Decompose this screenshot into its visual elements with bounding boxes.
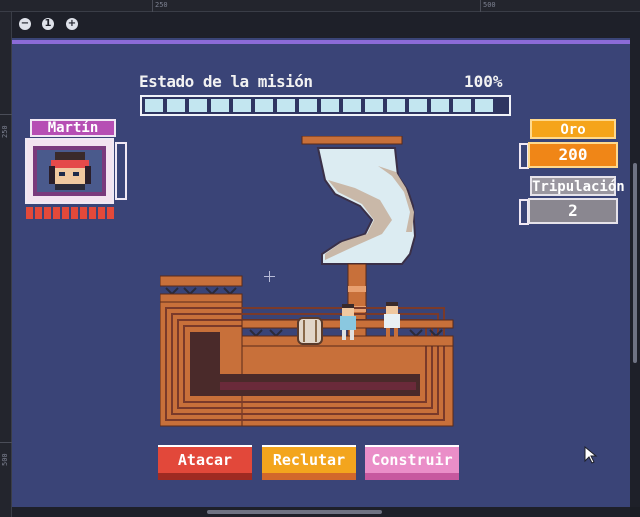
ruler-label: 500 (1, 453, 9, 466)
mission-progress-bar (140, 95, 511, 116)
player-portrait (25, 138, 114, 204)
progress-segment (343, 99, 361, 112)
player-name-tag: Martín (30, 119, 116, 137)
build-button[interactable]: Construir (365, 445, 459, 480)
progress-segment (299, 99, 317, 112)
progress-segment (277, 99, 295, 112)
ruler-label: 500 (483, 1, 496, 9)
recruit-button-label: Reclutar (272, 451, 346, 469)
button-shadow (158, 473, 252, 480)
attack-button[interactable]: Atacar (158, 445, 252, 480)
vertical-scrollbar[interactable] (630, 38, 640, 507)
health-segment (53, 207, 60, 219)
progress-segment (387, 99, 405, 112)
ruler-tick (152, 0, 153, 12)
progress-segment (431, 99, 449, 112)
pirate-avatar (33, 146, 106, 196)
recruit-button[interactable]: Reclutar (262, 445, 356, 480)
ruler-tick (0, 442, 12, 443)
health-segment (71, 207, 78, 219)
health-segment (80, 207, 87, 219)
ruler-tick (480, 0, 481, 12)
progress-segment (475, 99, 493, 112)
game-viewport[interactable]: Estado de la misión 100% Martín Oro 200 … (12, 38, 630, 507)
mission-percent: 100% (464, 72, 503, 91)
scroll-thumb[interactable] (207, 510, 382, 514)
ruler-label: 250 (155, 1, 168, 9)
portrait-frame (33, 146, 106, 196)
health-segment (62, 207, 69, 219)
mission-status-label: Estado de la misión (139, 72, 313, 91)
horizontal-scrollbar[interactable] (12, 507, 630, 517)
attack-button-label: Atacar (177, 451, 233, 469)
progress-segment (409, 99, 427, 112)
build-button-label: Construir (371, 451, 453, 469)
health-segment (89, 207, 96, 219)
progress-segment (255, 99, 273, 112)
gold-label: Oro (530, 119, 616, 139)
portrait-side-frame (115, 142, 127, 200)
zoom-in-icon[interactable]: + (66, 18, 78, 30)
editor-toolbar: − 1 + (12, 12, 640, 38)
crew-value: 2 (528, 198, 618, 224)
health-segment (44, 207, 51, 219)
health-segment (98, 207, 105, 219)
player-health-bar (26, 207, 114, 219)
progress-segments (145, 99, 493, 112)
ruler-top: 250 500 (0, 0, 640, 12)
crosshair-icon (264, 271, 275, 282)
health-segment (26, 207, 33, 219)
button-shadow (365, 473, 459, 480)
health-segment (107, 207, 114, 219)
progress-segment (365, 99, 383, 112)
viewport-accent-line (12, 40, 630, 44)
progress-segment (453, 99, 471, 112)
progress-segment (189, 99, 207, 112)
pirate-ship-scene (160, 136, 454, 427)
progress-segment (211, 99, 229, 112)
zoom-out-icon[interactable]: − (19, 18, 31, 30)
ruler-tick (0, 114, 12, 115)
crew-label: Tripulación (530, 176, 625, 196)
progress-segment (233, 99, 251, 112)
ruler-label: 250 (1, 125, 9, 138)
ruler-left: 250 500 (0, 12, 12, 517)
gold-value: 200 (528, 142, 618, 168)
zoom-reset-icon[interactable]: 1 (42, 18, 54, 30)
progress-segment (167, 99, 185, 112)
scroll-thumb[interactable] (633, 163, 637, 363)
mouse-cursor-icon (584, 446, 598, 464)
button-shadow (262, 473, 356, 480)
progress-segment (321, 99, 339, 112)
health-segment (35, 207, 42, 219)
progress-segment (145, 99, 163, 112)
